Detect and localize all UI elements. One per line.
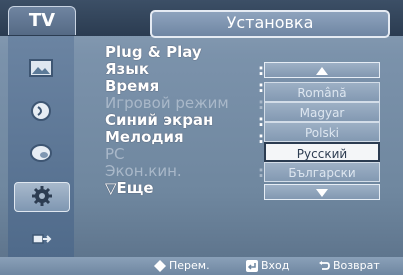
setup-icon — [32, 186, 52, 206]
scroll-up-button[interactable] — [264, 62, 380, 78]
move-hint-label: Перем. — [169, 259, 210, 272]
input-icon — [32, 234, 52, 244]
language-option[interactable]: Polski — [264, 122, 380, 142]
picture-icon — [29, 59, 53, 77]
menu-item-energy-saving: Экон.кин. — [105, 162, 182, 180]
menu-item-pc: PC — [105, 145, 125, 163]
enter-hint: Вход — [246, 258, 289, 274]
footer-hint-bar: Перем. Вход Возврат — [0, 257, 403, 275]
menu-item-more[interactable]: ▽Еще — [105, 180, 154, 197]
sidebar-item-input[interactable] — [14, 226, 68, 254]
move-arrows-icon — [154, 260, 166, 272]
section-title: Установка — [150, 10, 390, 38]
sound-icon — [31, 101, 51, 121]
sidebar-item-channel[interactable] — [14, 140, 68, 168]
category-icon-column — [8, 36, 74, 260]
tv-tab[interactable]: TV — [8, 6, 76, 35]
menu-item-plug-and-play[interactable]: Plug & Play — [105, 44, 202, 61]
sidebar-item-picture[interactable] — [14, 56, 68, 84]
scroll-down-button[interactable] — [264, 184, 380, 200]
language-option[interactable]: Magyar — [264, 102, 380, 122]
language-dropdown: Română Magyar Polski Русский Български — [264, 62, 380, 214]
menu-item-blue-screen[interactable]: Синий экран — [105, 112, 213, 129]
language-option[interactable]: Български — [264, 162, 380, 182]
menu-item-game-mode: Игровой режим — [105, 94, 229, 112]
menu-item-language[interactable]: Язык — [105, 61, 149, 78]
header-bar: TV Установка — [0, 0, 403, 38]
sidebar-item-sound[interactable] — [14, 98, 68, 126]
tv-osd-screen: TV Установка Plug & Play Язык Время Игро… — [0, 0, 403, 275]
language-option-selected[interactable]: Русский — [264, 142, 380, 162]
menu-item-time[interactable]: Время — [105, 78, 159, 95]
channel-icon — [30, 144, 52, 162]
triangle-up-icon — [316, 67, 328, 75]
enter-hint-label: Вход — [261, 259, 290, 272]
move-hint: Перем. — [154, 258, 210, 274]
language-option[interactable]: Română — [264, 82, 380, 102]
triangle-down-icon — [316, 189, 328, 197]
enter-icon — [246, 260, 258, 272]
sidebar-item-setup[interactable] — [14, 182, 70, 212]
return-hint-label: Возврат — [333, 259, 380, 272]
return-icon — [319, 261, 330, 270]
menu-item-melody[interactable]: Мелодия — [105, 129, 184, 146]
return-hint: Возврат — [318, 258, 380, 274]
